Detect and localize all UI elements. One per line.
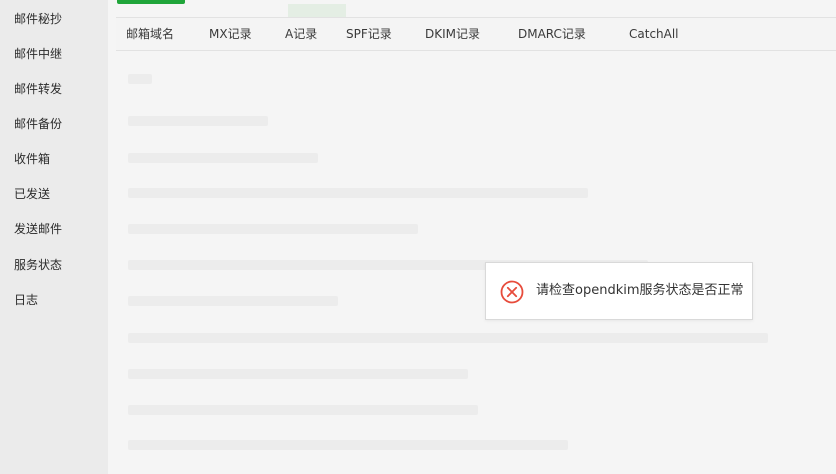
table-header: 邮箱域名 MX记录 A记录 SPF记录 DKIM记录 DMARC记录 Catch… — [116, 17, 836, 51]
column-header-catchall: CatchAll — [629, 27, 679, 41]
sidebar-item-inbox[interactable]: 收件箱 — [14, 149, 50, 169]
sidebar-item-service-status[interactable]: 服务状态 — [14, 255, 62, 275]
sidebar-item-send-mail[interactable]: 发送邮件 — [14, 219, 62, 239]
column-header-dkim: DKIM记录 — [425, 27, 481, 41]
sidebar-item-log[interactable]: 日志 — [14, 290, 38, 310]
column-header-domain: 邮箱域名 — [126, 27, 175, 41]
sidebar-item-mail-backup[interactable]: 邮件备份 — [14, 114, 62, 134]
main-panel: 邮箱域名 MX记录 A记录 SPF记录 DKIM记录 DMARC记录 Catch… — [108, 0, 836, 474]
sidebar-item-sent[interactable]: 已发送 — [14, 184, 50, 204]
sidebar-item-mail-bcc[interactable]: 邮件秘抄 — [14, 9, 62, 29]
add-domain-button[interactable] — [117, 0, 185, 4]
column-header-mx: MX记录 — [209, 27, 252, 41]
error-toast: 请检查opendkim服务状态是否正常 — [485, 262, 753, 320]
sidebar-item-mail-relay[interactable]: 邮件中继 — [14, 44, 62, 64]
sidebar: 邮件秘抄 邮件中继 邮件转发 邮件备份 收件箱 已发送 发送邮件 服务状态 日志 — [0, 0, 108, 474]
sidebar-item-mail-forward[interactable]: 邮件转发 — [14, 79, 62, 99]
toast-message: 请检查opendkim服务状态是否正常 — [536, 283, 744, 298]
column-header-dmarc: DMARC记录 — [518, 27, 586, 41]
error-circle-icon — [500, 280, 524, 304]
column-header-spf: SPF记录 — [346, 27, 392, 41]
column-header-a: A记录 — [285, 27, 318, 41]
